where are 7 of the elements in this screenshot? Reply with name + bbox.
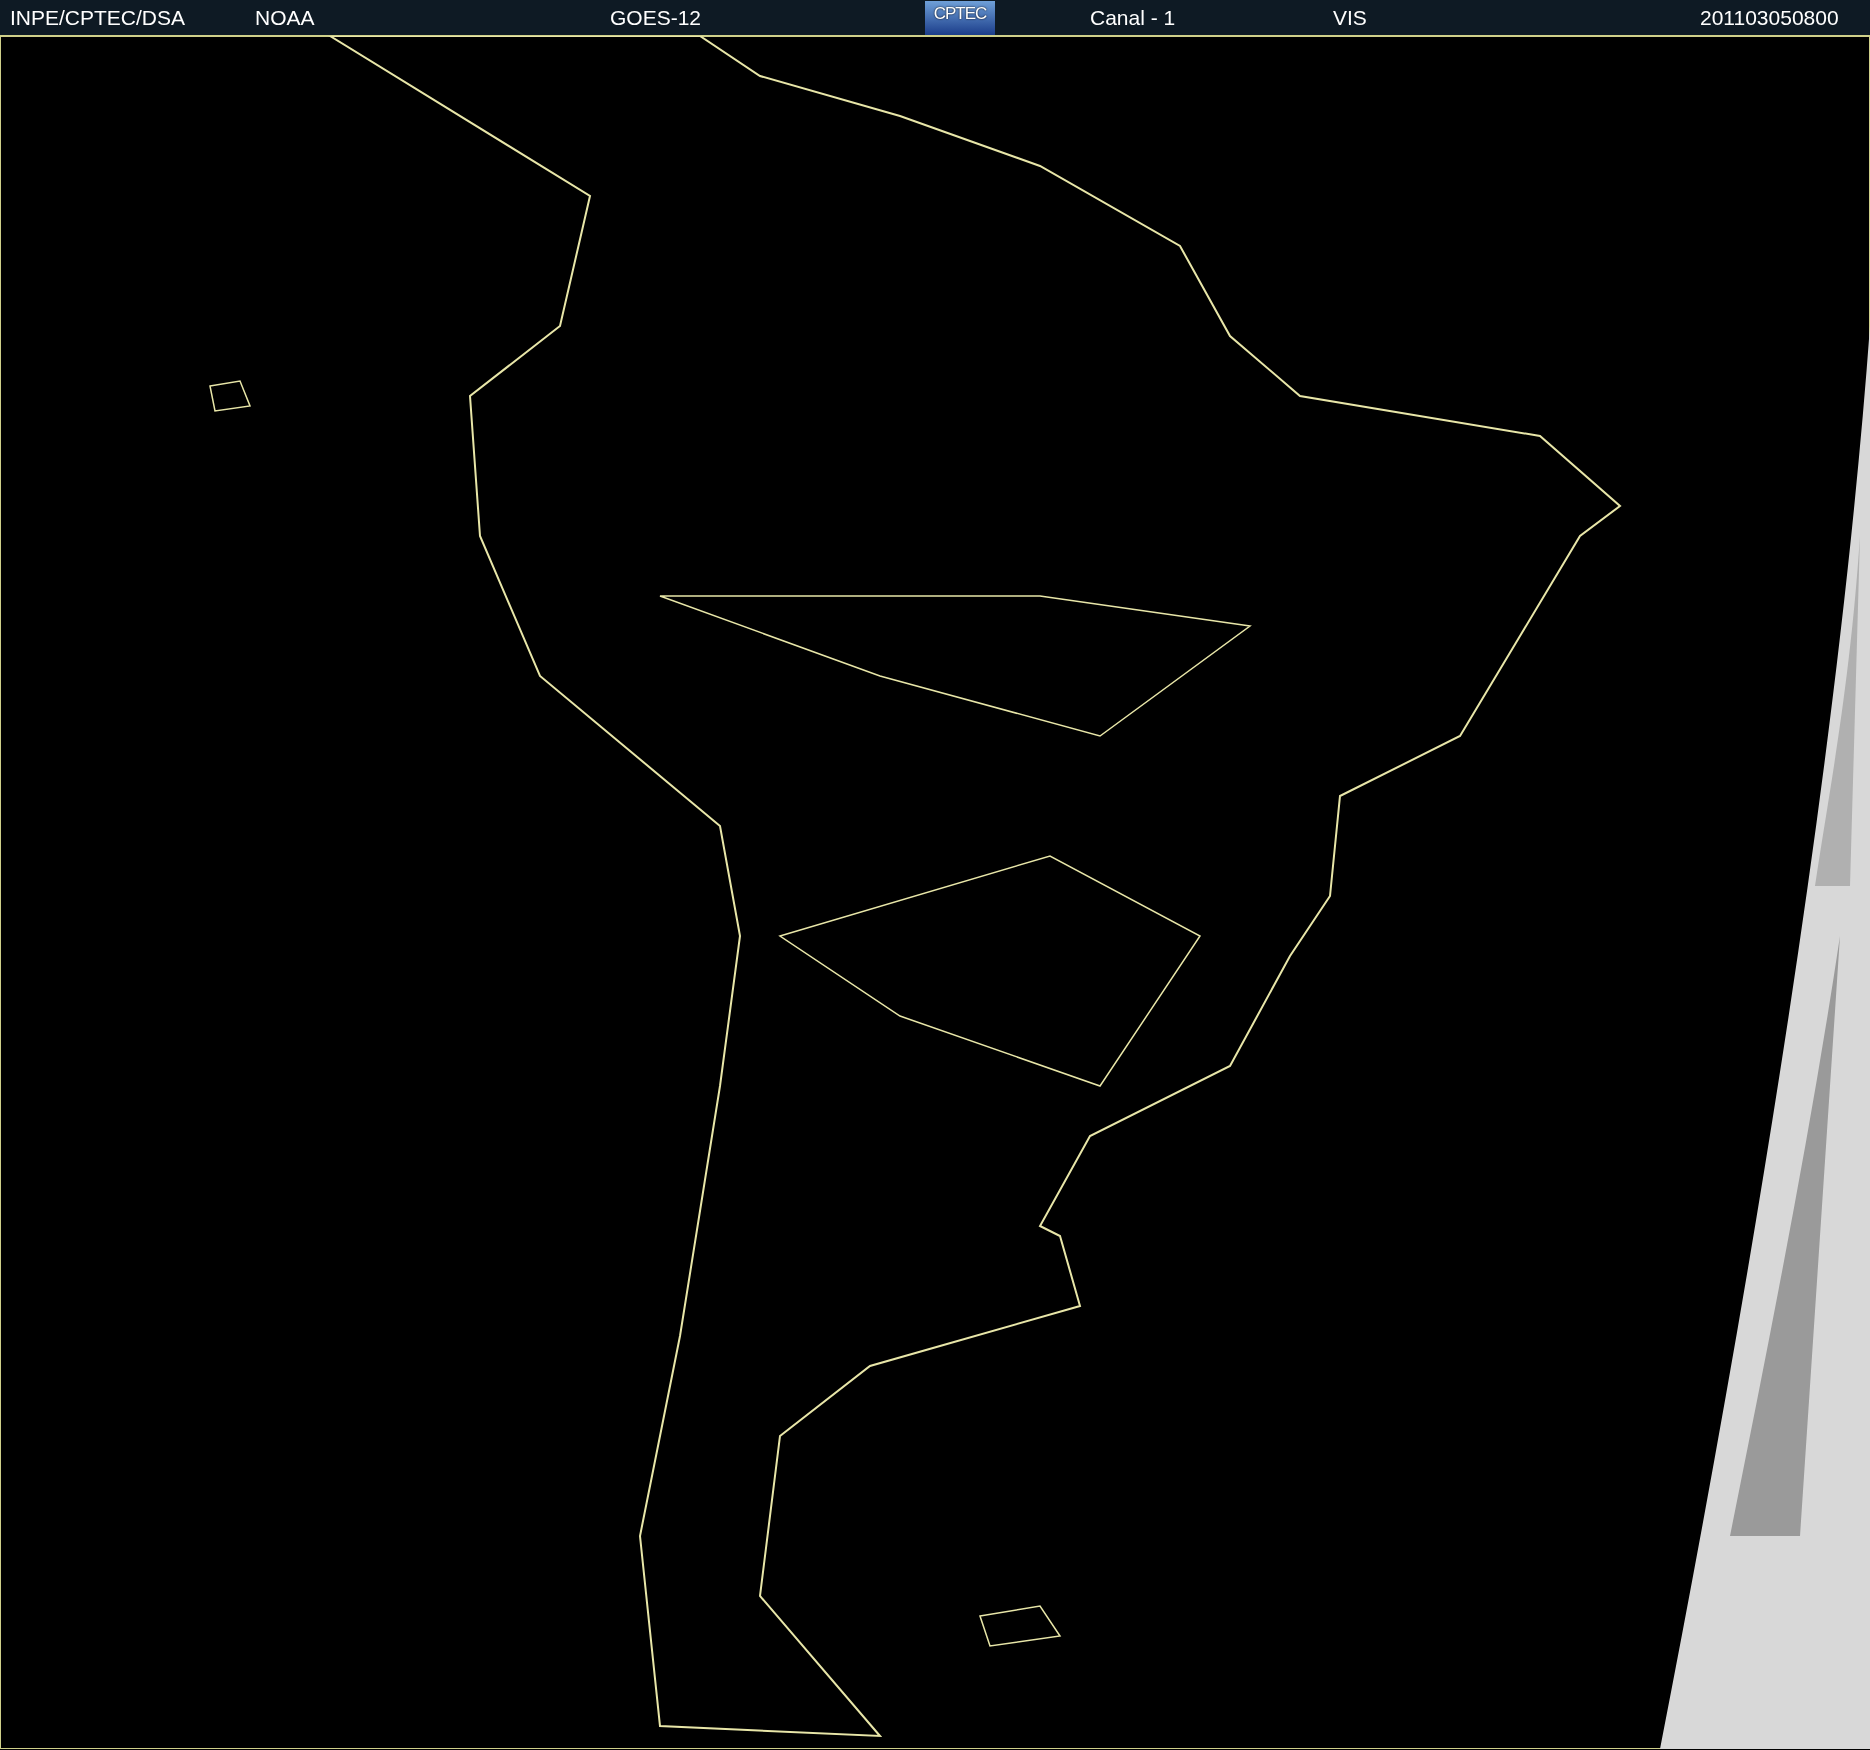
header-label: VIS bbox=[1333, 4, 1367, 31]
header-label: Canal - 1 bbox=[1090, 4, 1176, 31]
header-label: 201103050800 bbox=[1700, 4, 1839, 31]
header-label: NOAA bbox=[255, 4, 315, 31]
header-label: INPE/CPTEC/DSA bbox=[10, 4, 186, 31]
header-label: GOES-12 bbox=[610, 4, 702, 31]
logo: CPTEC bbox=[925, 0, 995, 35]
